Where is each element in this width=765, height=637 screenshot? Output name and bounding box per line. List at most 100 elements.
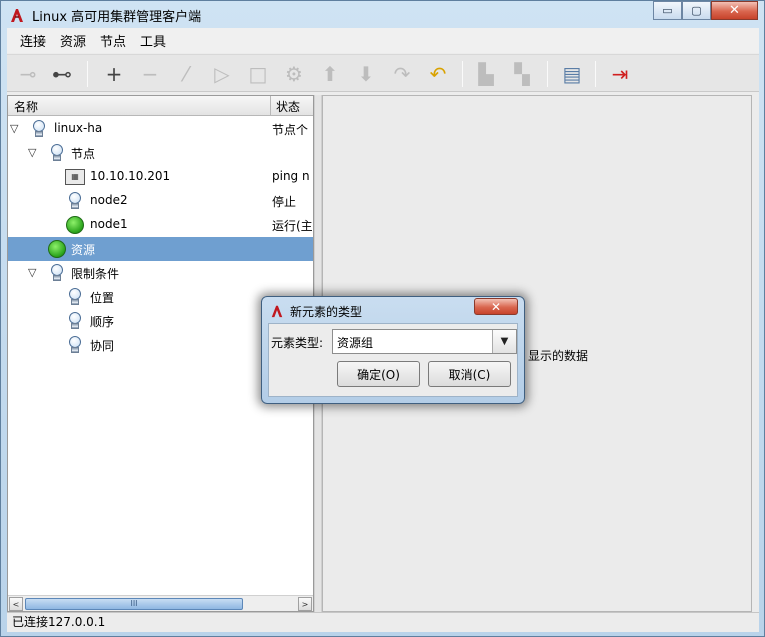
title-bar[interactable]: Linux 高可用集群管理客户端 ▭ ▢ ✕: [1, 1, 764, 28]
start-icon[interactable]: ▷: [209, 61, 235, 87]
exit-glyph: ⇥: [611, 62, 629, 86]
tree-row-status: 运行(主: [272, 219, 313, 233]
expand-toggle-icon[interactable]: ▽: [10, 122, 18, 135]
bulb-base: [53, 155, 61, 161]
scroll-left-icon[interactable]: <: [9, 597, 23, 611]
tree-row-nodes[interactable]: ▽ 节点: [8, 141, 313, 165]
tree-row-ping-node[interactable]: ▦ 10.10.10.201 ping n: [8, 165, 313, 189]
menu-nodes[interactable]: 节点: [93, 31, 133, 50]
dialog-title: 新元素的类型: [290, 305, 363, 319]
scroll-thumb[interactable]: III: [25, 598, 243, 610]
bulb-base: [53, 275, 61, 281]
disconnect-glyph: ⊸: [19, 62, 37, 86]
undo-glyph: ↶: [429, 62, 447, 86]
settings-icon[interactable]: ⚙: [281, 61, 307, 87]
view-icon[interactable]: ▤: [559, 61, 585, 87]
tree-row-label: linux-ha: [54, 121, 103, 135]
menu-tools[interactable]: 工具: [133, 31, 173, 50]
green-status-icon: [66, 216, 84, 234]
tree-row-label: 节点: [71, 147, 96, 161]
tree-row-label: 限制条件: [71, 267, 120, 281]
tree-header: 名称 状态: [8, 96, 313, 116]
bulb-base: [71, 203, 79, 209]
tree-row-linux-ha[interactable]: ▽ linux-ha 节点个: [8, 117, 313, 141]
move-up-icon[interactable]: ⬆: [317, 61, 343, 87]
connect-glyph: ⊷: [52, 62, 72, 86]
tree-row-label: node1: [90, 217, 128, 231]
remove-icon[interactable]: −: [137, 61, 163, 87]
redo-icon[interactable]: ↷: [389, 61, 415, 87]
move-down-icon[interactable]: ⬇: [353, 61, 379, 87]
remove-glyph: −: [141, 62, 159, 86]
tree-row-node2[interactable]: node2 停止: [8, 189, 313, 213]
online-icon[interactable]: ▚: [509, 61, 535, 87]
toolbar-separator: [547, 61, 548, 87]
column-divider[interactable]: [270, 96, 271, 116]
stop-icon[interactable]: □: [245, 61, 271, 87]
tree-row-label: 10.10.10.201: [90, 169, 171, 183]
green-status-icon: [48, 240, 66, 258]
exit-icon[interactable]: ⇥: [607, 61, 633, 87]
dialog-close-button[interactable]: ✕: [474, 298, 518, 315]
element-type-select[interactable]: 资源组 ▼: [332, 329, 517, 354]
bulb-base: [71, 299, 79, 305]
add-glyph: +: [105, 62, 123, 86]
connection-status: 已连接127.0.0.1: [12, 615, 106, 629]
menu-bar: 连接 资源 节点 工具: [7, 28, 759, 53]
main-window: Linux 高可用集群管理客户端 ▭ ▢ ✕ 连接 资源 节点 工具 ⊸ ⊷ +…: [0, 0, 765, 637]
close-button[interactable]: ✕: [711, 1, 758, 20]
tree-row-constraints[interactable]: ▽ 限制条件: [8, 261, 313, 285]
status-bar: 已连接127.0.0.1: [7, 612, 759, 632]
tree-row-node1[interactable]: node1 运行(主: [8, 213, 313, 237]
tree-row-resources[interactable]: 资源: [8, 237, 313, 261]
horizontal-scrollbar[interactable]: < III >: [8, 595, 313, 611]
app-logo-icon: [11, 9, 23, 22]
connect-icon[interactable]: ⊷: [49, 61, 75, 87]
detail-placeholder-text: 显示的数据: [528, 349, 589, 363]
column-status-header[interactable]: 状态: [276, 98, 300, 115]
bulb-base: [35, 131, 43, 137]
menu-resources[interactable]: 资源: [53, 31, 93, 50]
redo-glyph: ↷: [393, 62, 411, 86]
element-type-value: 资源组: [337, 336, 374, 350]
close-icon: ✕: [729, 3, 740, 18]
move-up-glyph: ⬆: [321, 62, 339, 86]
add-icon[interactable]: +: [101, 61, 127, 87]
disconnect-icon[interactable]: ⊸: [15, 61, 41, 87]
dialog-body: 元素类型: 资源组 ▼ 确定(O) 取消(C): [268, 323, 518, 397]
tree-row-status: 节点个: [272, 123, 309, 137]
view-glyph: ▤: [562, 62, 582, 86]
expand-toggle-icon[interactable]: ▽: [28, 266, 36, 279]
expand-toggle-icon[interactable]: ▽: [28, 146, 36, 159]
minimize-icon: ▭: [662, 4, 673, 17]
tree-row-label: node2: [90, 193, 128, 207]
chevron-down-icon[interactable]: ▼: [492, 330, 516, 353]
bulb-icon: [66, 192, 84, 210]
column-name-header[interactable]: 名称: [14, 98, 38, 115]
clean-icon[interactable]: ⁄: [173, 61, 199, 87]
stop-glyph: □: [248, 62, 268, 86]
minimize-button[interactable]: ▭: [653, 1, 682, 20]
window-title: Linux 高可用集群管理客户端: [32, 10, 202, 25]
online-glyph: ▚: [514, 62, 530, 86]
toolbar: ⊸ ⊷ + − ⁄ ▷ □ ⚙ ⬆ ⬇ ↷ ↶ ▙ ▚ ▤ ⇥: [7, 54, 759, 92]
bulb-icon: [66, 288, 84, 306]
tree-row-label: 协同: [90, 339, 115, 353]
menu-connect[interactable]: 连接: [13, 31, 53, 50]
undo-icon[interactable]: ↶: [425, 61, 451, 87]
bulb-icon: [66, 336, 84, 354]
maximize-button[interactable]: ▢: [682, 1, 711, 20]
standby-icon[interactable]: ▙: [473, 61, 499, 87]
cancel-button[interactable]: 取消(C): [428, 361, 511, 387]
ok-button[interactable]: 确定(O): [337, 361, 420, 387]
app-logo-icon: [271, 305, 283, 318]
scroll-right-icon[interactable]: >: [298, 597, 312, 611]
tree-row-label: 位置: [90, 291, 115, 305]
toolbar-separator: [595, 61, 596, 87]
standby-glyph: ▙: [478, 62, 494, 86]
bulb-icon: [48, 264, 66, 282]
settings-glyph: ⚙: [285, 62, 303, 86]
window-controls: ▭ ▢ ✕: [653, 1, 758, 20]
network-icon: ▦: [65, 169, 85, 185]
maximize-icon: ▢: [691, 4, 702, 17]
